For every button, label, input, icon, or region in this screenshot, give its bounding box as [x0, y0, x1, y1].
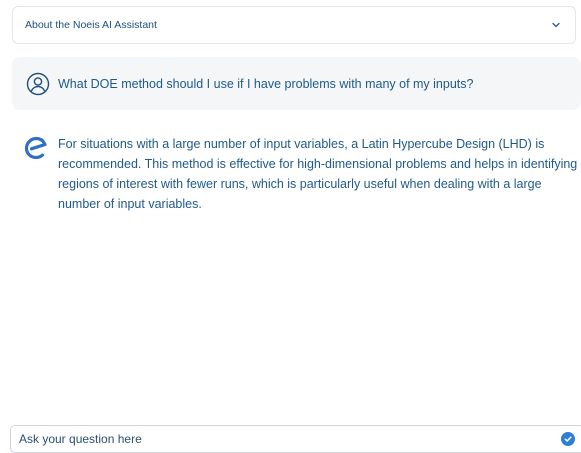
user-message-text: What DOE method should I use if I have p…	[58, 76, 474, 91]
chat-page: About the Noeis AI Assistant What DOE me…	[0, 0, 581, 453]
check-circle-icon[interactable]	[561, 432, 575, 446]
accordion-title: About the Noeis AI Assistant	[25, 19, 157, 31]
assistant-message-text: For situations with a large number of in…	[58, 137, 578, 211]
chat-input[interactable]	[19, 432, 581, 446]
noeis-logo-icon	[24, 136, 48, 160]
user-circle-icon	[26, 72, 50, 96]
assistant-message: For situations with a large number of in…	[12, 134, 581, 214]
chevron-down-icon[interactable]	[549, 18, 563, 32]
user-message: What DOE method should I use if I have p…	[12, 57, 581, 110]
chat-input-box[interactable]	[10, 425, 581, 453]
about-accordion[interactable]: About the Noeis AI Assistant	[12, 6, 576, 44]
